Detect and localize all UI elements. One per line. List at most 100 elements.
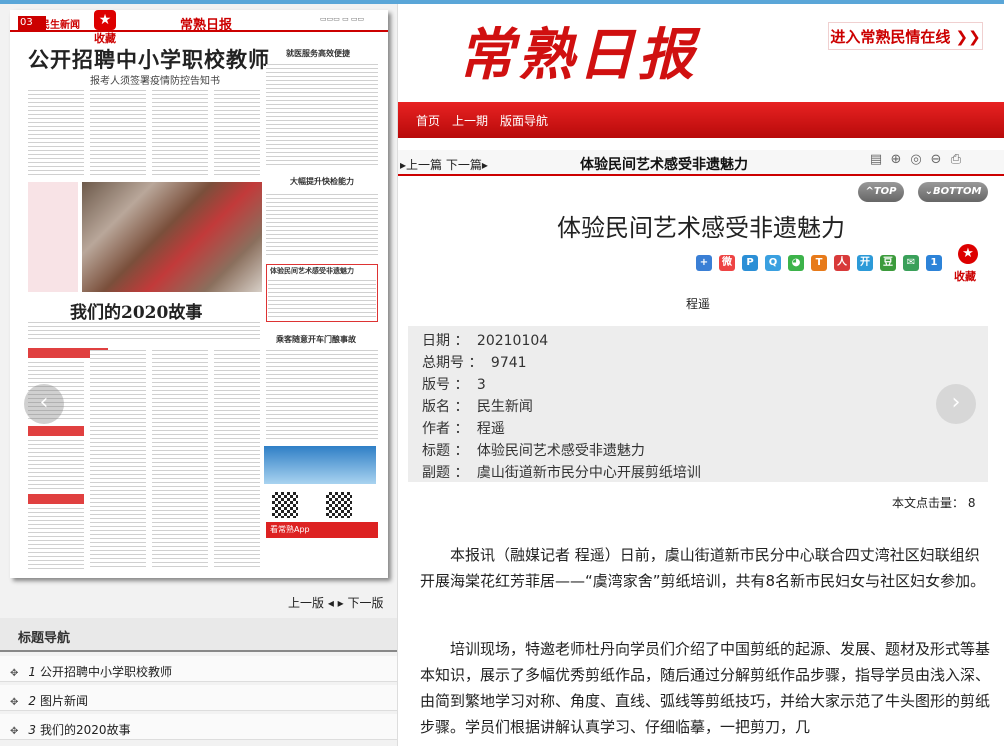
zoom-in-icon[interactable]: ⊕ (888, 152, 904, 168)
meta-row: 副题 ： 虞山街道新市民分中心开展剪纸培训 (422, 462, 701, 482)
bottom-button-label: BOTTOM (932, 186, 982, 197)
nav-home[interactable]: 首页 (416, 112, 440, 129)
favorite-label[interactable]: 收藏 (954, 268, 976, 284)
bottom-button[interactable]: ⌄BOTTOM (918, 182, 988, 202)
renren-icon[interactable]: 人 (834, 255, 850, 271)
zoom-reset-icon[interactable]: ◎ (908, 152, 924, 168)
qq-icon[interactable]: Q (765, 255, 781, 271)
prev-page-link[interactable]: 上一版 (288, 596, 324, 610)
meta-key: 副题 (422, 465, 450, 481)
enter-minqing-link[interactable]: 进入常熟民情在线 ❯❯ (828, 22, 983, 50)
article-paragraph-1: 本报讯（融媒记者 程遥）日前，虞山街道新市民分中心联合四丈湾社区妇联组织开展海棠… (420, 546, 986, 590)
top-button[interactable]: ^TOP (858, 182, 904, 202)
paper-app-bar: 看常熟App (266, 522, 378, 538)
paper-text-column (90, 90, 146, 178)
meta-row: 日期 ： 20210104 (422, 330, 548, 350)
title-nav-num: 1 (28, 665, 37, 679)
paper-text-column (152, 350, 208, 570)
paper-text-column (28, 508, 84, 570)
wechat-icon[interactable]: ◕ (788, 255, 804, 271)
site-logo[interactable]: 常熟日报 (458, 10, 698, 91)
qr-code-icon (326, 492, 352, 518)
paper-page-name: 民生新闻 (40, 20, 80, 31)
more-share-icon[interactable]: 1 (926, 255, 942, 271)
paper-pink-box (28, 182, 78, 292)
meta-value: 民生新闻 (476, 399, 533, 415)
meta-key: 标题 (422, 443, 450, 459)
arrow-right-icon: ▸ (481, 158, 488, 172)
meta-row: 标题 ： 体验民间艺术感受非遗魅力 (422, 440, 645, 460)
paper-red-label (28, 426, 84, 436)
paper-subhead: 报考人须签署疫情防控告知书 (90, 76, 220, 87)
meta-value: 9741 (490, 355, 527, 371)
next-page-link[interactable]: 下一版 (348, 596, 384, 610)
top-button-label: TOP (873, 186, 897, 197)
zoom-out-icon[interactable]: ⊖ (928, 152, 944, 168)
next-article-arrow-icon[interactable]: › (936, 384, 976, 424)
meta-key: 版号 (422, 377, 450, 393)
title-nav-label: 我们的2020故事 (40, 723, 131, 737)
paper-story-title: 我们的2020故事 (70, 303, 203, 323)
article-meta-box: 日期 ： 20210104 总期号 ： 9741 版号 ： 3 版名 ： 民生新… (408, 326, 988, 482)
page: 03 民生新闻 常熟日报 ▭▭▭ ▭ ▭▭ ★ 收藏 公开招聘中小学职校教师 报… (0, 0, 1004, 746)
meta-key: 版名 (422, 399, 450, 415)
paper-text-column (268, 280, 376, 318)
next-article-link[interactable]: 下一篇 (446, 158, 482, 172)
meta-value: 3 (476, 377, 486, 393)
nav-page-nav[interactable]: 版面导航 (500, 112, 548, 129)
email-icon[interactable]: ✉ (903, 255, 919, 271)
qr-code-icon (272, 492, 298, 518)
pager-arrows-icon: ◂ ▸ (327, 596, 348, 610)
article-crumb-bar: ▸上一篇 下一篇▸ 体验民间艺术感受非遗魅力 ▤ ⊕ ◎ ⊖ ⎙ (398, 150, 1004, 176)
paper-text-column (28, 322, 260, 342)
weibo-icon[interactable]: 微 (719, 255, 735, 271)
meta-key: 总期号 (422, 355, 464, 371)
bullet-icon: ✥ (10, 668, 19, 679)
meta-row: 版名 ： 民生新闻 (422, 396, 533, 416)
meta-row: 版号 ： 3 (422, 374, 486, 394)
paper-news-photo (82, 182, 262, 292)
kaixin-icon[interactable]: 开 (857, 255, 873, 271)
meta-value: 体验民间艺术感受非遗魅力 (476, 443, 645, 459)
paper-brand: 常熟日报 (180, 18, 233, 33)
paper-text-column (152, 90, 208, 178)
favorite-star-icon[interactable]: ★ (958, 244, 978, 264)
click-count-value: 8 (967, 496, 976, 510)
paper-text-column (90, 350, 146, 570)
paper-side-head-4: 乘客随意开车门酿事故 (276, 335, 356, 344)
prev-article-link[interactable]: 上一篇 (406, 158, 442, 172)
paper-text-column (266, 64, 378, 168)
newspaper-page-image[interactable]: 03 民生新闻 常熟日报 ▭▭▭ ▭ ▭▭ ★ 收藏 公开招聘中小学职校教师 报… (10, 10, 388, 578)
article-paragraph-2: 培训现场，特邀老师杜丹向学员们介绍了中国剪纸的起源、发展、题材及形式等基本知识，… (420, 640, 991, 736)
douban-icon[interactable]: 豆 (880, 255, 896, 271)
print-icon[interactable]: ⎙ (948, 152, 964, 168)
qzone-icon[interactable]: P (742, 255, 758, 271)
article-panel: 常熟日报 进入常熟民情在线 ❯❯ 首页 上一期 版面导航 ▸上一篇 下一篇▸ 体… (398, 4, 1004, 746)
title-nav-item-2[interactable]: ✥ 2 图片新闻 (0, 685, 397, 711)
favorite-star-icon[interactable]: ★ (94, 10, 116, 30)
paper-date-line: ▭▭▭ ▭ ▭▭ (320, 15, 365, 23)
prev-page-arrow-icon[interactable]: ‹ (24, 384, 64, 424)
title-nav-item-3[interactable]: ✥ 3 我们的2020故事 (0, 714, 397, 740)
meta-value: 20210104 (476, 333, 549, 349)
document-icon[interactable]: ▤ (868, 152, 884, 168)
title-nav-item-1[interactable]: ✥ 1 公开招聘中小学职校教师 (0, 656, 397, 682)
main-nav-bar: 首页 上一期 版面导航 (398, 102, 1004, 138)
nav-prev-issue[interactable]: 上一期 (452, 112, 488, 129)
paper-red-label (28, 494, 84, 504)
title-nav-heading: 标题导航 (0, 618, 397, 652)
meta-value: 程遥 (476, 421, 505, 437)
meta-row: 总期号 ： 9741 (422, 352, 527, 372)
paper-ad-banner (264, 446, 376, 484)
meta-value: 虞山街道新市民分中心开展剪纸培训 (476, 465, 701, 481)
share-plus-icon[interactable]: + (696, 255, 712, 271)
meta-row: 作者 ： 程遥 (422, 418, 505, 438)
meta-key: 作者 (422, 421, 450, 437)
paper-text-column (28, 90, 84, 178)
click-count-label: 本文点击量： (892, 496, 965, 510)
tieba-icon[interactable]: T (811, 255, 827, 271)
paper-header: 03 民生新闻 常熟日报 ▭▭▭ ▭ ▭▭ (10, 10, 388, 33)
paper-side-head-1: 就医服务高效便捷 (286, 49, 350, 58)
article-author: 程遥 (686, 297, 711, 311)
newspaper-page-panel: 03 民生新闻 常熟日报 ▭▭▭ ▭ ▭▭ ★ 收藏 公开招聘中小学职校教师 报… (0, 4, 398, 746)
